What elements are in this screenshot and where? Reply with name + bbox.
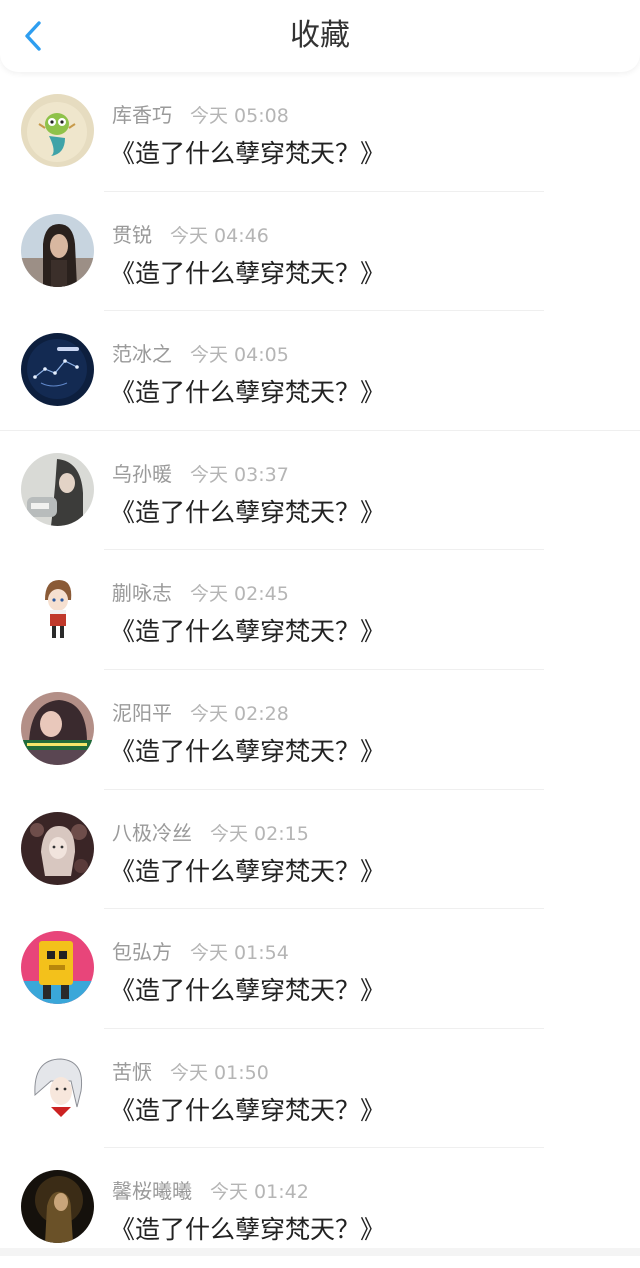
- item-meta: 乌孙暖 今天 03:37: [112, 458, 289, 487]
- user-name: 泥阳平: [112, 700, 172, 725]
- avatar[interactable]: [21, 572, 94, 646]
- timestamp: 今天 01:54: [190, 942, 289, 965]
- timestamp: 今天 02:28: [190, 702, 289, 725]
- book-title: 《造了什么孽穿梵天？》: [110, 736, 386, 766]
- item-meta: 馨桜曦曦 今天 01:42: [112, 1175, 309, 1204]
- list-item[interactable]: 范冰之 今天 04:05 《造了什么孽穿梵天？》: [0, 311, 640, 431]
- list-item[interactable]: 苦恹 今天 01:50 《造了什么孽穿梵天？》: [0, 1029, 640, 1149]
- timestamp: 今天 05:08: [190, 105, 289, 127]
- item-meta: 库香巧 今天 05:08: [112, 99, 289, 128]
- list-item[interactable]: 泥阳平 今天 02:28 《造了什么孽穿梵天？》: [0, 670, 640, 790]
- book-title: 《造了什么孽穿梵天？》: [110, 856, 386, 886]
- bottom-edge: [0, 1248, 640, 1256]
- avatar[interactable]: [21, 333, 94, 407]
- book-title: 《造了什么孽穿梵天？》: [110, 617, 386, 647]
- user-name: 八极冷丝: [112, 820, 192, 845]
- user-name: 馨桜曦曦: [112, 1179, 192, 1204]
- item-meta: 泥阳平 今天 02:28: [112, 697, 289, 726]
- item-meta: 蒯咏志 今天 02:45: [112, 577, 289, 606]
- avatar[interactable]: [21, 94, 94, 167]
- book-title: 《造了什么孽穿梵天？》: [110, 1095, 386, 1125]
- timestamp: 今天 04:05: [190, 344, 289, 367]
- user-name: 范冰之: [112, 342, 172, 367]
- book-title: 《造了什么孽穿梵天？》: [110, 1215, 386, 1245]
- timestamp: 今天 01:42: [210, 1181, 309, 1204]
- item-meta: 范冰之 今天 04:05: [112, 338, 289, 367]
- favorites-list: 库香巧 今天 05:08 《造了什么孽穿梵天？》 贯锐 今天 04:46 《造了什么…: [0, 72, 640, 1268]
- list-item[interactable]: 蒯咏志 今天 02:45 《造了什么孽穿梵天？》: [0, 550, 640, 670]
- avatar[interactable]: [21, 452, 94, 526]
- item-meta: 八极冷丝 今天 02:15: [112, 817, 309, 846]
- timestamp: 今天 02:15: [210, 822, 309, 845]
- timestamp: 今天 04:46: [170, 224, 269, 247]
- user-name: 贯锐: [112, 222, 152, 247]
- avatar[interactable]: [21, 1050, 94, 1124]
- list-item[interactable]: 乌孙暖 今天 03:37 《造了什么孽穿梵天？》: [0, 431, 640, 551]
- user-name: 包弘方: [112, 940, 172, 965]
- list-item[interactable]: 包弘方 今天 01:54 《造了什么孽穿梵天？》: [0, 909, 640, 1029]
- timestamp: 今天 01:50: [170, 1061, 269, 1084]
- book-title: 《造了什么孽穿梵天？》: [110, 976, 386, 1006]
- timestamp: 今天 03:37: [190, 463, 289, 486]
- user-name: 乌孙暖: [112, 461, 172, 486]
- book-title: 《造了什么孽穿梵天？》: [110, 139, 386, 168]
- item-meta: 贯锐 今天 04:46: [112, 219, 269, 248]
- item-meta: 包弘方 今天 01:54: [112, 936, 289, 965]
- timestamp: 今天 02:45: [190, 583, 289, 606]
- book-title: 《造了什么孽穿梵天？》: [110, 378, 386, 408]
- list-item[interactable]: 库香巧 今天 05:08 《造了什么孽穿梵天？》: [0, 72, 640, 192]
- list-item[interactable]: 贯锐 今天 04:46 《造了什么孽穿梵天？》: [0, 192, 640, 312]
- page-title: 收藏: [290, 18, 350, 53]
- book-title: 《造了什么孽穿梵天？》: [110, 258, 386, 288]
- avatar[interactable]: [21, 811, 94, 885]
- book-title: 《造了什么孽穿梵天？》: [110, 497, 386, 527]
- avatar[interactable]: [21, 931, 94, 1005]
- top-bar: 收藏: [0, 0, 640, 72]
- user-name: 苦恹: [112, 1059, 152, 1084]
- item-meta: 苦恹 今天 01:50: [112, 1056, 269, 1085]
- avatar[interactable]: [21, 213, 94, 287]
- user-name: 蒯咏志: [112, 581, 172, 606]
- avatar[interactable]: [21, 691, 94, 765]
- user-name: 库香巧: [112, 103, 172, 127]
- list-item[interactable]: 八极冷丝 今天 02:15 《造了什么孽穿梵天？》: [0, 790, 640, 910]
- avatar[interactable]: [21, 1170, 94, 1244]
